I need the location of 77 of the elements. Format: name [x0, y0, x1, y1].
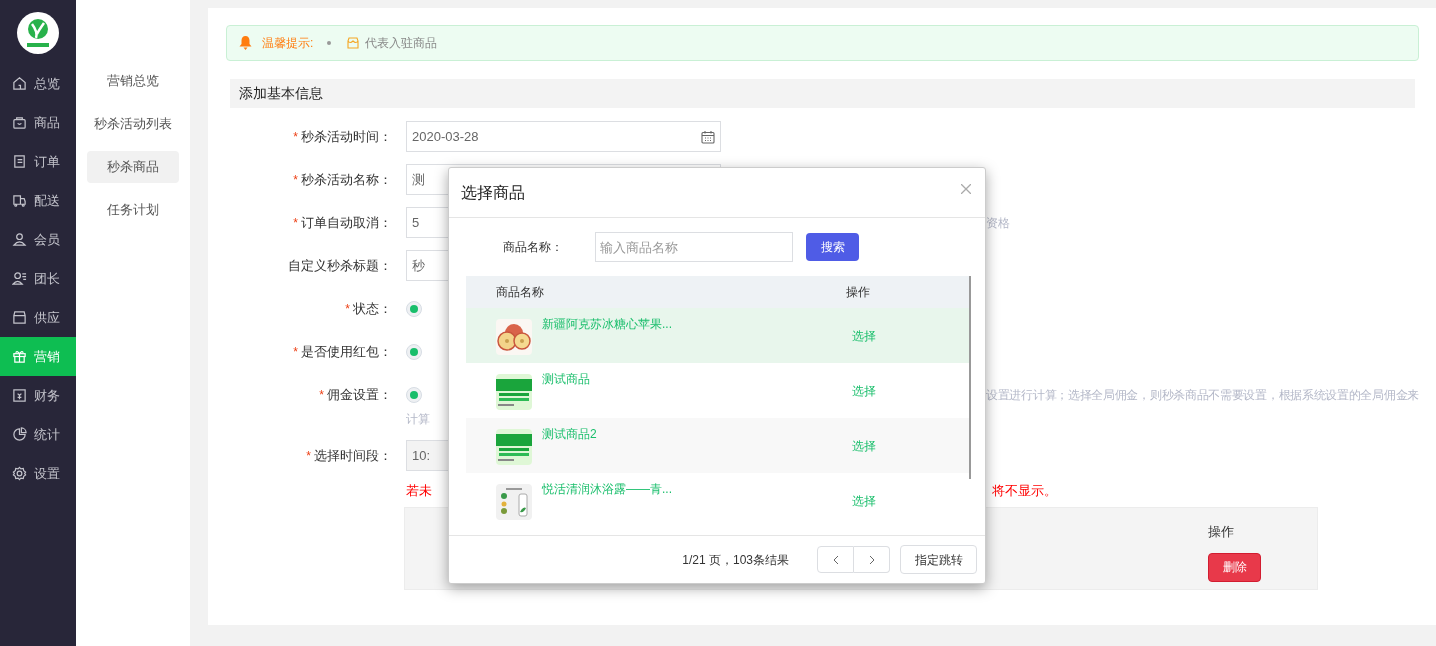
pagination-info: 1/21 页，103条结果	[682, 551, 789, 569]
search-field[interactable]: 输入商品名称	[595, 232, 793, 262]
chart-icon	[12, 427, 27, 442]
field-label: 佣金设置：	[327, 385, 392, 404]
required-mark: *	[293, 171, 298, 189]
warning-text: 若未	[406, 482, 432, 500]
field-hint: 设置进行计算；选择全局佣金，则秒杀商品不需要设置，根据系统设置的全局佣金来	[986, 386, 1419, 404]
sidebar-item[interactable]: 配送	[0, 181, 76, 220]
bell-icon	[239, 36, 252, 50]
required-mark: *	[293, 214, 298, 232]
field-label: 状态：	[353, 299, 392, 318]
field-label: 是否使用红包：	[301, 342, 392, 361]
sidebar-item[interactable]: 财务	[0, 376, 76, 415]
sidebar-item[interactable]: 会员	[0, 220, 76, 259]
dialog-title: 选择商品	[461, 182, 525, 203]
date-field[interactable]: 2020-03-28	[406, 121, 721, 152]
column-header: 操作	[846, 284, 870, 301]
home-icon	[12, 76, 27, 91]
radio-button[interactable]	[406, 386, 422, 403]
sidebar-item[interactable]: 总览	[0, 64, 76, 103]
field-label: 选择时间段：	[314, 446, 392, 465]
calendar-icon	[701, 129, 715, 144]
column-header: 商品名称	[496, 284, 545, 301]
user-icon	[12, 232, 27, 247]
submenu-item[interactable]: 秒杀活动列表	[87, 108, 179, 140]
goods-name: 新疆阿克苏冰糖心苹果...	[542, 315, 672, 333]
sidebar-item[interactable]: 统计	[0, 415, 76, 454]
field-hint: 资格	[986, 214, 1010, 232]
chevron-right-icon	[868, 554, 875, 565]
field-hint: 计算	[406, 411, 430, 428]
submenu-item[interactable]: 营销总览	[87, 65, 179, 97]
previous-page-button[interactable]	[817, 546, 854, 573]
store-icon	[347, 37, 360, 49]
submenu-item[interactable]: 任务计划	[87, 194, 179, 226]
next-page-button[interactable]	[854, 546, 890, 573]
notice-title: 温馨提示:	[262, 35, 314, 52]
warning-text: 将不显示。	[992, 482, 1057, 500]
sidebar-item[interactable]: 设置	[0, 454, 76, 493]
notice-text: 代表入驻商品	[365, 35, 438, 52]
required-mark: *	[345, 300, 350, 318]
gear-icon	[12, 466, 27, 481]
radio-button[interactable]	[406, 300, 422, 317]
required-mark: *	[319, 386, 324, 404]
store-icon	[12, 310, 27, 325]
gift-icon	[12, 349, 27, 364]
bullet-icon	[327, 41, 332, 45]
bag-icon	[12, 115, 27, 130]
order-icon	[12, 154, 27, 169]
jump-to-page-button[interactable]: 指定跳转	[900, 545, 977, 574]
sidebar-item[interactable]: 订单	[0, 142, 76, 181]
required-mark: *	[306, 447, 311, 465]
scrollbar[interactable]	[969, 276, 971, 479]
sidebar-item[interactable]: 团长	[0, 259, 76, 298]
field-label: 秒杀活动时间：	[301, 127, 392, 146]
search-button[interactable]: 搜索	[806, 233, 859, 261]
close-icon[interactable]	[961, 183, 971, 194]
goods-name: 测试商品2	[542, 425, 597, 443]
sidebar-item[interactable]: 供应	[0, 298, 76, 337]
required-mark: *	[293, 128, 298, 146]
field-label: 自定义秒杀标题：	[288, 256, 392, 275]
field-label: 秒杀活动名称：	[301, 170, 392, 189]
section-header: 添加基本信息	[230, 79, 1415, 108]
field-label: 订单自动取消：	[301, 213, 392, 232]
goods-name: 测试商品	[542, 370, 590, 388]
logo-icon	[17, 12, 59, 54]
delete-button[interactable]: 删除	[1208, 552, 1261, 582]
goods-name: 悦活清润沐浴露——青...	[542, 480, 672, 498]
sidebar-item[interactable]: 商品	[0, 103, 76, 142]
radio-button[interactable]	[406, 343, 422, 360]
leader-icon	[12, 271, 27, 286]
chevron-left-icon	[832, 554, 839, 565]
column-header: 操作	[1208, 523, 1234, 542]
required-mark: *	[293, 343, 298, 361]
finance-icon	[12, 388, 27, 403]
submenu-item[interactable]: 秒杀商品	[87, 151, 179, 183]
truck-icon	[12, 193, 27, 208]
search-label: 商品名称：	[503, 239, 564, 256]
